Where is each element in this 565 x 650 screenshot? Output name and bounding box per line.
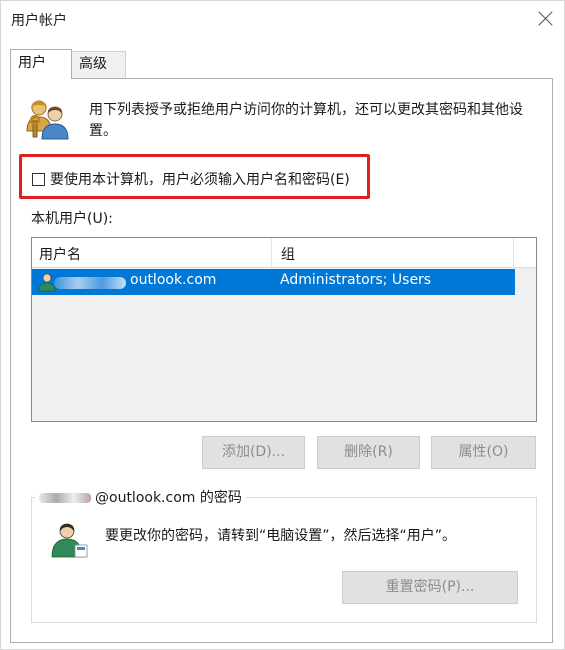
tab-users[interactable]: 用户 — [10, 49, 72, 79]
local-users-list[interactable]: 用户名 组 outlook.com Administrators; Users — [31, 237, 537, 422]
list-header: 用户名 组 — [32, 238, 536, 268]
add-user-button[interactable]: 添加(D)... — [202, 436, 305, 469]
column-header-username[interactable]: 用户名 — [39, 244, 81, 264]
password-section-title: @outlook.com 的密码 — [35, 487, 246, 507]
dialog-description: 用下列表授予或拒绝用户访问你的计算机，还可以更改其密码和其他设置。 — [89, 102, 523, 139]
redacted-email — [39, 493, 91, 503]
remove-user-button[interactable]: 删除(R) — [317, 436, 420, 469]
row-group: Administrators; Users — [280, 272, 432, 288]
user-accounts-dialog: 用户帐户 用户 高级 用下列表授予或拒绝用户访问你的计算机，还可以更改其密码和其… — [0, 0, 565, 650]
redacted-username — [54, 277, 126, 289]
users-icon — [26, 100, 69, 140]
password-section-title-text: @outlook.com 的密码 — [95, 490, 242, 506]
properties-button[interactable]: 属性(O) — [431, 436, 536, 469]
password-description: 要更改你的密码，请转到“电脑设置”，然后选择“用户”。 — [105, 528, 457, 544]
column-divider[interactable] — [271, 238, 272, 267]
reset-password-button[interactable]: 重置密码(P)... — [342, 571, 518, 604]
column-header-group[interactable]: 组 — [281, 244, 295, 264]
close-icon[interactable] — [534, 7, 558, 31]
row-username: outlook.com — [130, 272, 217, 288]
require-password-checkbox[interactable] — [32, 173, 45, 186]
table-row[interactable]: outlook.com Administrators; Users — [32, 269, 515, 295]
tab-advanced[interactable]: 高级 — [71, 51, 126, 79]
column-divider[interactable] — [513, 238, 514, 267]
window-title: 用户帐户 — [11, 13, 67, 29]
local-users-label: 本机用户(U): — [31, 211, 113, 227]
user-icon — [51, 523, 88, 558]
password-groupbox — [31, 497, 537, 623]
title-bar: 用户帐户 — [1, 1, 564, 37]
require-password-label[interactable]: 要使用本计算机，用户必须输入用户名和密码(E) — [50, 169, 350, 189]
